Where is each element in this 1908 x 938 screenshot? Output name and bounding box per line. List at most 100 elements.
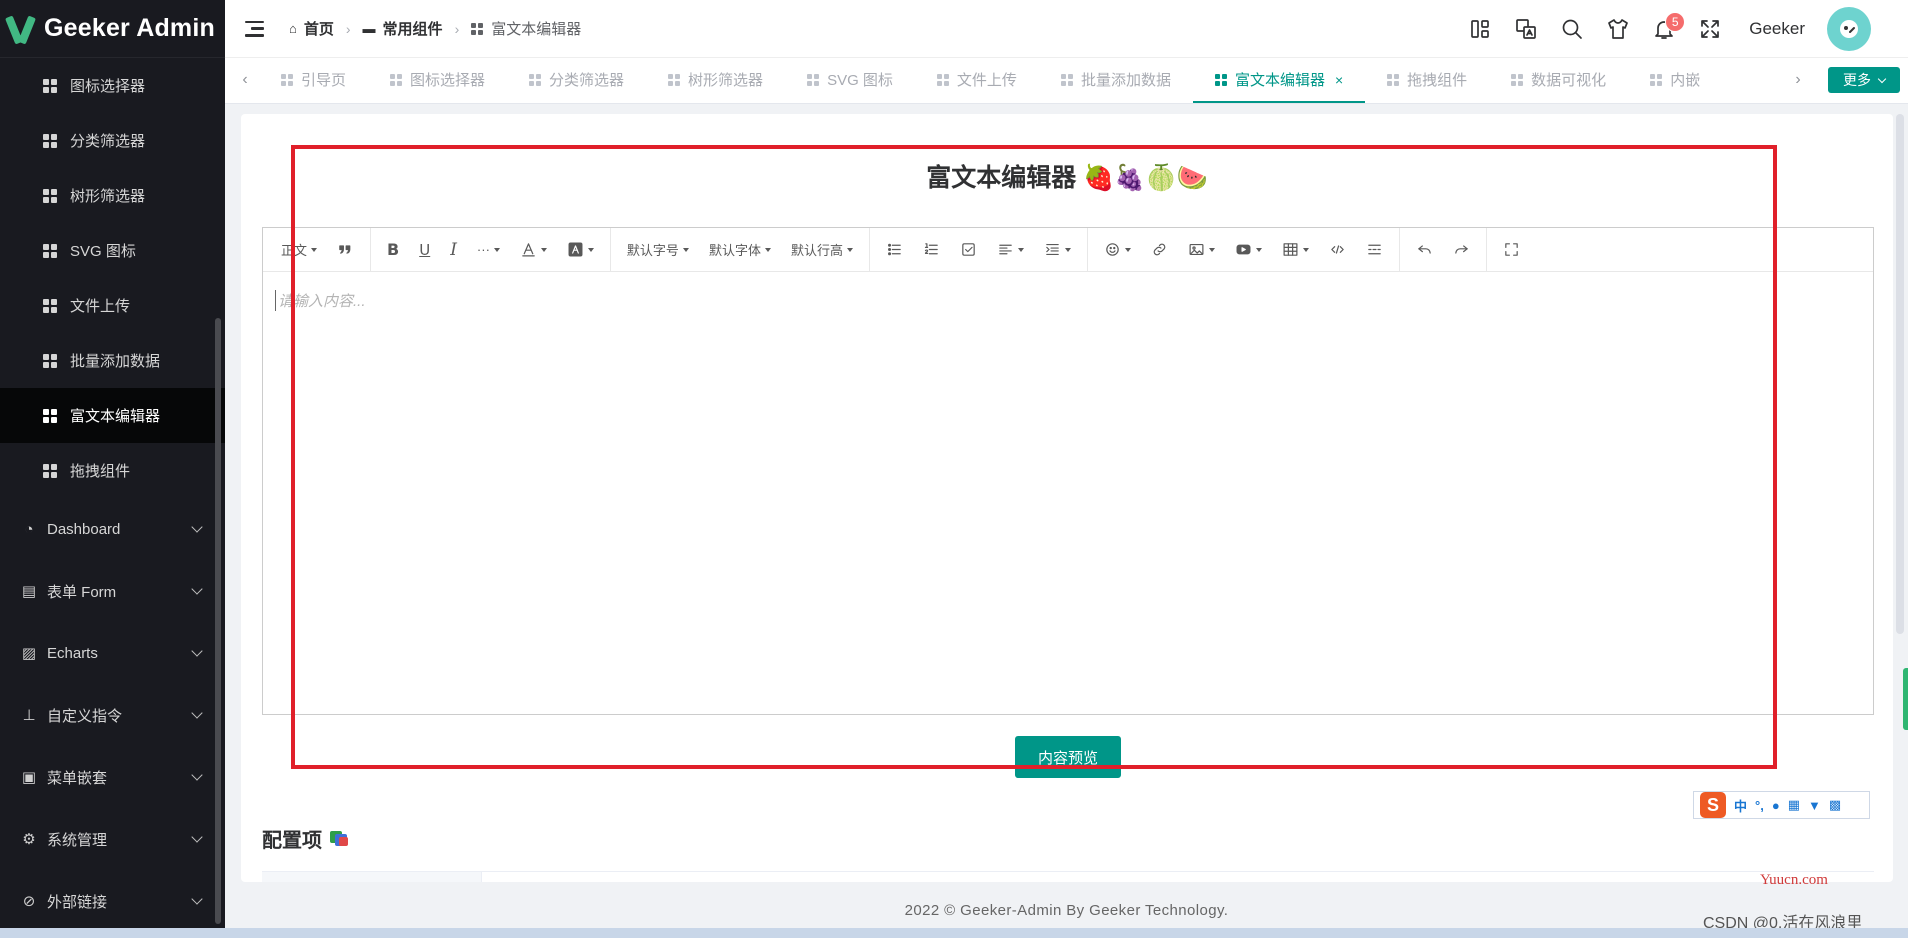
microphone-icon[interactable]: ● xyxy=(1772,798,1780,813)
breadcrumb: ⌂ 首页 › ▬ 常用组件 › 富文本编辑器 xyxy=(289,18,581,39)
justify-button[interactable] xyxy=(987,235,1034,265)
paragraph-select[interactable]: 正文 xyxy=(271,235,327,265)
tab-tree-filter[interactable]: 树形筛选器 xyxy=(646,58,785,103)
toolbox-icon[interactable]: ▩ xyxy=(1829,797,1841,813)
todo-button[interactable] xyxy=(950,235,987,265)
app-logo[interactable]: Geeker Admin xyxy=(0,0,225,58)
video-icon xyxy=(1236,244,1251,255)
gauge-icon: ◔ xyxy=(24,520,34,538)
search-icon[interactable] xyxy=(1549,6,1595,52)
sidebar-item-drag-component[interactable]: 拖拽组件 xyxy=(0,443,225,498)
skin-shirt-icon[interactable]: ▼ xyxy=(1808,798,1821,813)
ime-punctuation-icon[interactable]: °, xyxy=(1755,798,1764,813)
bold-button[interactable]: B xyxy=(377,235,409,265)
sidebar-item-file-upload[interactable]: 文件上传 xyxy=(0,278,225,333)
theme-shirt-icon[interactable] xyxy=(1595,6,1641,52)
sidebar-item-directives[interactable]: ⊥ 自定义指令 xyxy=(0,684,225,746)
username[interactable]: Geeker xyxy=(1749,19,1805,39)
floating-side-tab[interactable] xyxy=(1903,668,1908,730)
redo-button[interactable] xyxy=(1443,235,1480,265)
sidebar-item-tree-filter[interactable]: 树形筛选器 xyxy=(0,168,225,223)
fullscreen-button[interactable] xyxy=(1493,235,1530,265)
sidebar-item-category-filter[interactable]: 分类筛选器 xyxy=(0,113,225,168)
emotion-button[interactable] xyxy=(1094,235,1141,265)
sidebar-item-label: 表单 Form xyxy=(47,583,117,601)
sidebar-item-batch-add[interactable]: 批量添加数据 xyxy=(0,333,225,388)
sidebar-item-icon-selector[interactable]: 图标选择器 xyxy=(0,58,225,113)
insert-link-button[interactable] xyxy=(1141,235,1178,265)
font-family-select[interactable]: 默认字体 xyxy=(699,235,781,265)
tab-embedded[interactable]: 内嵌 xyxy=(1628,58,1722,103)
tab-icon-selector[interactable]: 图标选择器 xyxy=(368,58,507,103)
sidebar-item-label: 树形筛选器 xyxy=(70,188,146,205)
line-height-select[interactable]: 默认行高 xyxy=(781,235,863,265)
avatar[interactable] xyxy=(1827,6,1871,51)
sidebar-item-label: 拖拽组件 xyxy=(70,463,131,480)
keyboard-icon[interactable]: ▦ xyxy=(1788,797,1800,813)
grid-icon xyxy=(1060,73,1073,86)
font-color-button[interactable] xyxy=(510,235,557,265)
tab-drag-component[interactable]: 拖拽组件 xyxy=(1365,58,1489,103)
sidebar-item-echarts[interactable]: ▨ Echarts xyxy=(0,622,225,684)
breadcrumb-components[interactable]: ▬ 常用组件 xyxy=(363,18,443,39)
sidebar-item-form[interactable]: ▤ 表单 Form xyxy=(0,560,225,622)
header-toolbar: 5 Geeker xyxy=(1457,0,1908,58)
sidebar-item-system[interactable]: ⚙ 系统管理 xyxy=(0,808,225,870)
close-icon[interactable]: × xyxy=(1335,72,1343,88)
underline-button[interactable]: U xyxy=(409,235,440,265)
tab-svg-icon[interactable]: SVG 图标 xyxy=(785,58,915,103)
sidebar-item-label: 分类筛选器 xyxy=(70,133,146,150)
tab-data-visualization[interactable]: 数据可视化 xyxy=(1489,58,1628,103)
notification-bell-icon[interactable]: 5 xyxy=(1641,6,1687,52)
tab-guide[interactable]: 引导页 xyxy=(259,58,368,103)
config-title-label: 配置项 xyxy=(262,830,322,852)
language-icon[interactable] xyxy=(1503,6,1549,52)
layout-switch-icon[interactable] xyxy=(1457,6,1503,52)
grid-icon xyxy=(936,73,949,86)
bulleted-list-button[interactable] xyxy=(876,235,913,265)
blockquote-button[interactable] xyxy=(327,235,364,265)
site-watermark: Yuucn.com xyxy=(1760,872,1828,888)
sidebar-item-dashboard[interactable]: ◔ Dashboard xyxy=(0,498,225,560)
sidebar-item-label: 自定义指令 xyxy=(47,707,123,725)
ime-toolbar[interactable]: S 中 °, ● ▦ ▼ ▩ xyxy=(1693,791,1870,819)
tab-file-upload[interactable]: 文件上传 xyxy=(915,58,1039,103)
tabs-scroll-left-icon[interactable]: ‹ xyxy=(235,58,255,102)
main-scrollbar[interactable] xyxy=(1896,114,1904,634)
indent-button[interactable] xyxy=(1034,235,1081,265)
tab-rich-text-editor[interactable]: 富文本编辑器 × xyxy=(1192,58,1366,103)
fullscreen-icon[interactable] xyxy=(1687,6,1733,52)
insert-image-button[interactable] xyxy=(1178,235,1225,265)
ime-chinese-mode[interactable]: 中 xyxy=(1734,796,1747,815)
tabs-more-button[interactable]: 更多 xyxy=(1828,67,1900,93)
tab-batch-add[interactable]: 批量添加数据 xyxy=(1039,58,1193,103)
collapse-menu-icon[interactable] xyxy=(245,20,264,37)
insert-video-button[interactable] xyxy=(1225,235,1272,265)
divider-button[interactable] xyxy=(1356,235,1393,265)
toolbar-divider xyxy=(868,227,870,272)
content-preview-button[interactable]: 内容预览 xyxy=(1015,736,1121,778)
undo-button[interactable] xyxy=(1406,235,1443,265)
chevron-down-icon xyxy=(191,521,203,533)
sidebar-scrollbar[interactable] xyxy=(215,318,221,924)
page-footer: 2022 © Geeker-Admin By Geeker Technology… xyxy=(225,892,1908,928)
sidebar-item-svg-icon[interactable]: SVG 图标 xyxy=(0,223,225,278)
underline-icon: U xyxy=(419,240,431,259)
sidebar-item-rich-text-editor[interactable]: 富文本编辑器 xyxy=(0,388,225,443)
tab-category-filter[interactable]: 分类筛选器 xyxy=(507,58,646,103)
sidebar-item-external-links[interactable]: ⊘ 外部链接 xyxy=(0,870,225,932)
background-color-button[interactable] xyxy=(557,235,604,265)
more-format-button[interactable]: ··· xyxy=(467,235,510,265)
editor-content-area[interactable]: 请输入内容... xyxy=(263,272,1873,714)
breadcrumb-home[interactable]: ⌂ 首页 xyxy=(289,18,334,39)
tabs-bar: ‹ 引导页 图标选择器 分类筛选器 树形筛选器 SVG 图标 文件上传 批量添加… xyxy=(225,58,1908,104)
code-block-button[interactable] xyxy=(1319,235,1356,265)
italic-button[interactable]: I xyxy=(440,235,467,265)
sidebar-item-nested-menu[interactable]: ▣ 菜单嵌套 xyxy=(0,746,225,808)
tabs-scroll-right-icon[interactable]: › xyxy=(1788,58,1808,102)
sidebar-item-label: 菜单嵌套 xyxy=(47,769,108,787)
font-size-select[interactable]: 默认字号 xyxy=(617,235,699,265)
insert-table-button[interactable] xyxy=(1272,235,1319,265)
sidebar-item-label: Dashboard xyxy=(47,520,121,538)
numbered-list-button[interactable] xyxy=(913,235,950,265)
